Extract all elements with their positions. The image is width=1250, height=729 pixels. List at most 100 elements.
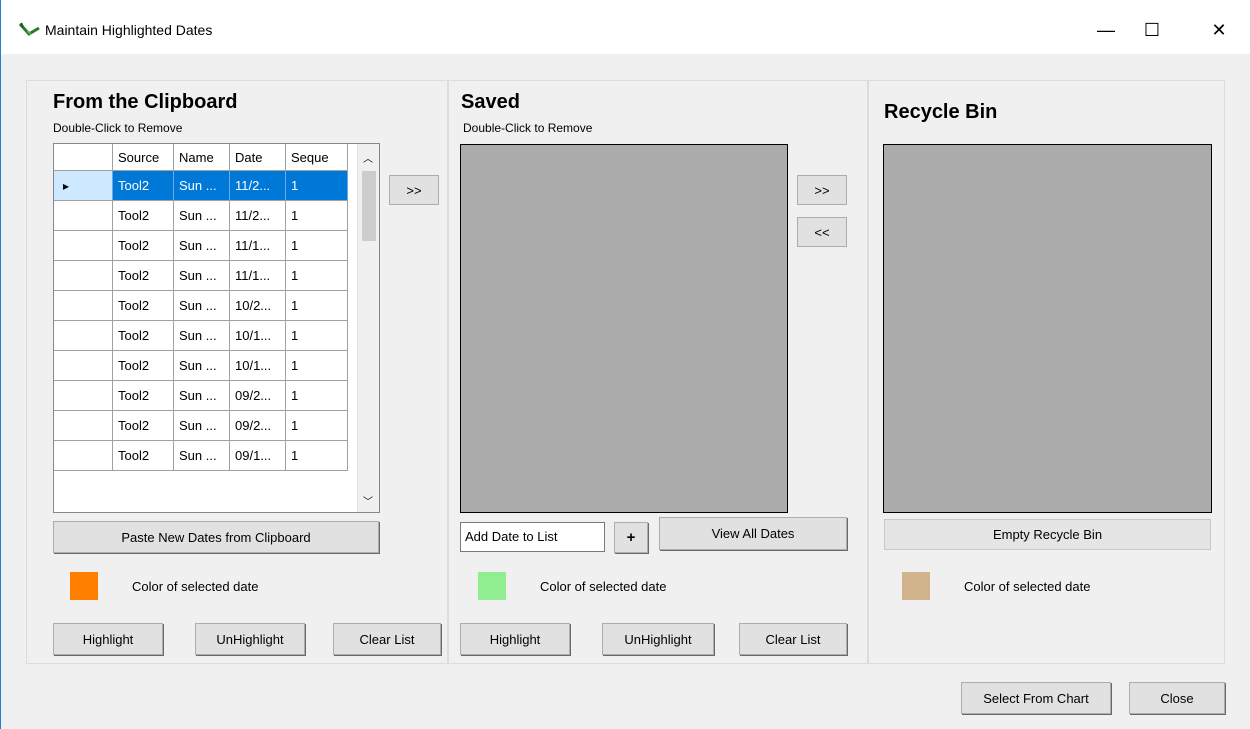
scroll-down-icon[interactable]: ﹀ (363, 493, 373, 508)
cell-source[interactable]: Tool2 (113, 381, 174, 411)
table-row[interactable]: Tool2 Sun ... 09/2... 1 (54, 411, 379, 441)
row-header[interactable] (54, 411, 113, 441)
move-to-recycle-button[interactable]: >> (797, 175, 847, 205)
maximize-button[interactable]: ☐ (1129, 12, 1175, 48)
cell-source[interactable]: Tool2 (113, 441, 174, 471)
clipboard-unhighlight-button[interactable]: UnHighlight (195, 623, 305, 655)
cell-sequence[interactable]: 1 (286, 441, 348, 471)
minimize-button[interactable]: — (1083, 12, 1129, 48)
saved-panel: Saved Double-Click to Remove >> << Add D… (448, 80, 868, 664)
column-header-date[interactable]: Date (230, 144, 286, 171)
table-row[interactable]: Tool2 Sun ... 10/1... 1 (54, 321, 379, 351)
row-header[interactable] (54, 381, 113, 411)
cell-sequence[interactable]: 1 (286, 231, 348, 261)
saved-clear-button[interactable]: Clear List (739, 623, 847, 655)
cell-name[interactable]: Sun ... (174, 381, 230, 411)
cell-name[interactable]: Sun ... (174, 291, 230, 321)
cell-name[interactable]: Sun ... (174, 441, 230, 471)
cell-sequence[interactable]: 1 (286, 171, 348, 201)
cell-source[interactable]: Tool2 (113, 321, 174, 351)
cell-name[interactable]: Sun ... (174, 201, 230, 231)
cell-date[interactable]: 10/2... (230, 291, 286, 321)
empty-recycle-bin-button[interactable]: Empty Recycle Bin (884, 519, 1211, 550)
table-row[interactable]: Tool2 Sun ... 09/1... 1 (54, 441, 379, 471)
cell-sequence[interactable]: 1 (286, 201, 348, 231)
table-row[interactable]: Tool2 Sun ... 11/1... 1 (54, 231, 379, 261)
cell-source[interactable]: Tool2 (113, 261, 174, 291)
saved-color-swatch[interactable] (478, 572, 506, 600)
table-row[interactable]: Tool2 Sun ... 11/2... 1 (54, 201, 379, 231)
row-header[interactable] (54, 441, 113, 471)
column-header-sequence[interactable]: Seque (286, 144, 348, 171)
cell-name[interactable]: Sun ... (174, 411, 230, 441)
cell-source[interactable]: Tool2 (113, 231, 174, 261)
close-button[interactable]: Close (1129, 682, 1225, 714)
clipboard-highlight-button[interactable]: Highlight (53, 623, 163, 655)
clipboard-color-swatch[interactable] (70, 572, 98, 600)
row-header[interactable] (54, 291, 113, 321)
paste-dates-button[interactable]: Paste New Dates from Clipboard (53, 521, 379, 553)
cell-name[interactable]: Sun ... (174, 171, 230, 201)
table-row[interactable]: Tool2 Sun ... 09/2... 1 (54, 381, 379, 411)
cell-date[interactable]: 11/1... (230, 261, 286, 291)
saved-heading: Saved (461, 91, 520, 113)
cell-source[interactable]: Tool2 (113, 291, 174, 321)
cell-date[interactable]: 11/2... (230, 171, 286, 201)
select-from-chart-button[interactable]: Select From Chart (961, 682, 1111, 714)
cell-sequence[interactable]: 1 (286, 291, 348, 321)
row-header[interactable] (54, 351, 113, 381)
cell-source[interactable]: Tool2 (113, 201, 174, 231)
add-date-button[interactable]: + (614, 522, 648, 553)
grid-scrollbar[interactable]: ︿ ﹀ (357, 144, 379, 512)
cell-name[interactable]: Sun ... (174, 321, 230, 351)
column-header-name[interactable]: Name (174, 144, 230, 171)
column-header-source[interactable]: Source (113, 144, 174, 171)
table-row[interactable]: Tool2 Sun ... 10/2... 1 (54, 291, 379, 321)
cell-sequence[interactable]: 1 (286, 411, 348, 441)
table-row[interactable]: Tool2 Sun ... 11/1... 1 (54, 261, 379, 291)
row-header[interactable]: ▸ (54, 171, 113, 201)
cell-date[interactable]: 11/2... (230, 201, 286, 231)
clipboard-grid[interactable]: Source Name Date Seque ▸ Tool2 Sun ... 11/2… (53, 143, 380, 513)
cell-name[interactable]: Sun ... (174, 231, 230, 261)
close-window-button[interactable]: ✕ (1196, 12, 1242, 48)
cell-source[interactable]: Tool2 (113, 411, 174, 441)
cell-sequence[interactable]: 1 (286, 381, 348, 411)
row-header[interactable] (54, 231, 113, 261)
table-row[interactable]: Tool2 Sun ... 10/1... 1 (54, 351, 379, 381)
scroll-up-icon[interactable]: ︿ (363, 150, 373, 165)
clipboard-color-label: Color of selected date (132, 579, 259, 594)
saved-color-label: Color of selected date (540, 579, 667, 594)
restore-from-recycle-button[interactable]: << (797, 217, 847, 247)
cell-sequence[interactable]: 1 (286, 261, 348, 291)
saved-list[interactable] (460, 144, 788, 513)
row-header[interactable] (54, 261, 113, 291)
cell-sequence[interactable]: 1 (286, 321, 348, 351)
current-row-indicator-icon: ▸ (63, 179, 70, 193)
cell-source[interactable]: Tool2 (113, 351, 174, 381)
clipboard-clear-button[interactable]: Clear List (333, 623, 441, 655)
cell-date[interactable]: 09/2... (230, 411, 286, 441)
cell-date[interactable]: 09/2... (230, 381, 286, 411)
add-date-input[interactable]: Add Date to List (460, 522, 605, 552)
grid-header: Source Name Date Seque (54, 144, 379, 174)
saved-unhighlight-button[interactable]: UnHighlight (602, 623, 714, 655)
cell-name[interactable]: Sun ... (174, 261, 230, 291)
view-all-dates-button[interactable]: View All Dates (659, 517, 847, 550)
recycle-color-swatch[interactable] (902, 572, 930, 600)
clipboard-heading: From the Clipboard (53, 91, 238, 113)
cell-date[interactable]: 10/1... (230, 351, 286, 381)
move-to-saved-button[interactable]: >> (389, 175, 439, 205)
cell-date[interactable]: 11/1... (230, 231, 286, 261)
row-header[interactable] (54, 201, 113, 231)
saved-highlight-button[interactable]: Highlight (460, 623, 570, 655)
row-header[interactable] (54, 321, 113, 351)
cell-source[interactable]: Tool2 (113, 171, 174, 201)
table-row[interactable]: ▸ Tool2 Sun ... 11/2... 1 (54, 171, 379, 201)
cell-name[interactable]: Sun ... (174, 351, 230, 381)
recycle-list[interactable] (883, 144, 1212, 513)
cell-sequence[interactable]: 1 (286, 351, 348, 381)
scroll-thumb[interactable] (362, 171, 376, 241)
cell-date[interactable]: 10/1... (230, 321, 286, 351)
cell-date[interactable]: 09/1... (230, 441, 286, 471)
